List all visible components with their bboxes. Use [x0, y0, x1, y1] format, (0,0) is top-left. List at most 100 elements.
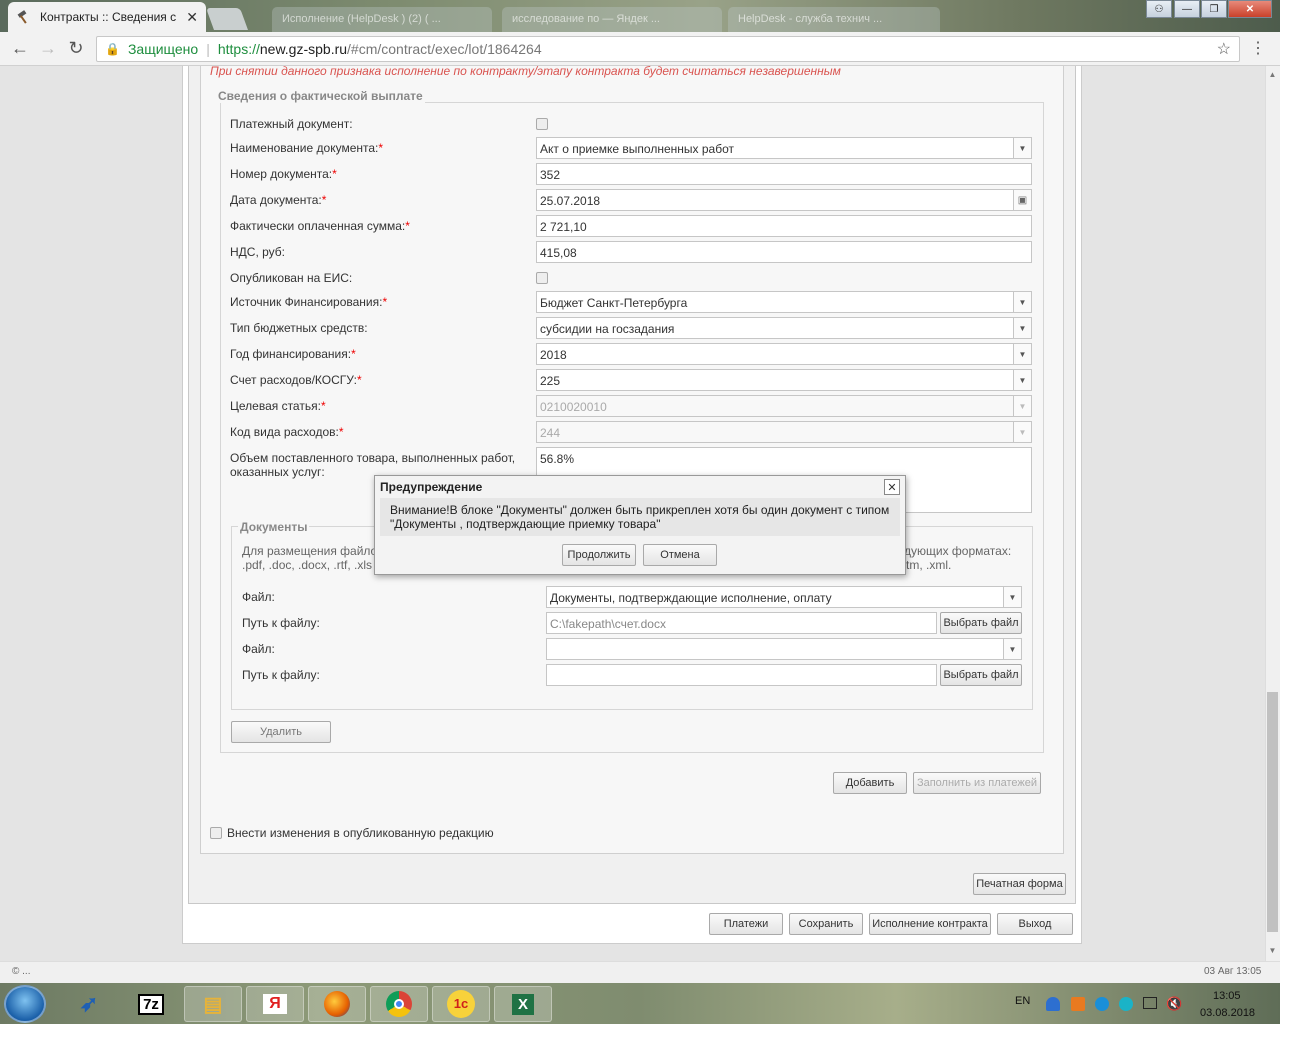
- forward-arrow-icon[interactable]: →: [36, 37, 60, 59]
- menu-dots-icon[interactable]: ⋮: [1250, 38, 1266, 58]
- chevron-down-icon: ▼: [1013, 422, 1031, 442]
- bird-app-icon[interactable]: ➶: [60, 986, 118, 1022]
- payments-button[interactable]: Платежи: [709, 913, 783, 935]
- address-bar[interactable]: 🔒 Защищено | https:// new.gz-spb.ru /#cm…: [96, 36, 1240, 62]
- url-scheme: https://: [217, 41, 260, 57]
- windows-start-icon[interactable]: [4, 985, 46, 1023]
- contract-execution-button[interactable]: Исполнение контракта: [869, 913, 991, 935]
- path2-label: Путь к файлу:: [242, 668, 320, 682]
- tab-contracts[interactable]: Контракты :: Сведения с ✕: [8, 2, 206, 32]
- payment-doc-checkbox[interactable]: [536, 118, 548, 130]
- firefox-icon[interactable]: [308, 986, 366, 1022]
- fin-source-select[interactable]: Бюджет Санкт-Петербурга ▼: [536, 291, 1032, 313]
- cancel-button[interactable]: Отмена: [643, 544, 717, 566]
- tray-edge-icon[interactable]: [1119, 997, 1133, 1011]
- delete-button[interactable]: Удалить: [231, 721, 331, 743]
- right-margin: [1280, 0, 1304, 1042]
- tray-update-icon[interactable]: [1095, 997, 1109, 1011]
- edit-published-checkbox[interactable]: [210, 827, 222, 839]
- security-label: Защищено: [127, 41, 199, 57]
- volume-label-line1: Объем поставленного товара, выполненных …: [230, 451, 516, 465]
- dialog-title: Предупреждение: [380, 480, 483, 494]
- status-bar: [0, 961, 1280, 983]
- published-checkbox[interactable]: [536, 272, 548, 284]
- doc-date-field[interactable]: 25.07.2018 ▣: [536, 189, 1032, 211]
- tray-volume-muted-icon[interactable]: 🔇: [1166, 996, 1182, 1012]
- path1-label: Путь к файлу:: [242, 616, 320, 630]
- exit-button[interactable]: Выход: [997, 913, 1073, 935]
- close-icon[interactable]: ✕: [884, 479, 900, 495]
- save-button[interactable]: Сохранить: [789, 913, 863, 935]
- calendar-icon[interactable]: ▣: [1013, 190, 1031, 210]
- status-left: © ...: [12, 966, 31, 977]
- file1-label: Файл:: [242, 590, 275, 604]
- doc-number-field[interactable]: 352: [536, 163, 1032, 185]
- kosgu-label: Счет расходов/КОСГУ:*: [230, 373, 362, 387]
- chevron-down-icon[interactable]: ▼: [1003, 587, 1021, 607]
- bookmark-star-icon[interactable]: ☆: [1217, 39, 1231, 59]
- dialog-message: Внимание!В блоке "Документы" должен быть…: [380, 498, 900, 536]
- sevenzip-icon[interactable]: 7z: [122, 986, 180, 1022]
- paid-sum-label: Фактически оплаченная сумма:*: [230, 219, 410, 233]
- choose-file-button-2[interactable]: Выбрать файл: [940, 664, 1022, 686]
- file1-type-select[interactable]: Документы, подтверждающие исполнение, оп…: [546, 586, 1022, 608]
- documents-info-right-2: tm, .xml.: [906, 558, 952, 572]
- expense-code-label: Код вида расходов:*: [230, 425, 344, 439]
- chevron-down-icon[interactable]: ▼: [1013, 292, 1031, 312]
- add-button[interactable]: Добавить: [833, 772, 907, 794]
- minimize-button[interactable]: —: [1174, 0, 1200, 18]
- continue-button[interactable]: Продолжить: [562, 544, 636, 566]
- language-indicator[interactable]: EN: [1015, 995, 1030, 1007]
- tray-cloud-icon[interactable]: [1046, 997, 1060, 1011]
- fill-from-payments-button: Заполнить из платежей: [913, 772, 1041, 794]
- doc-name-label: Наименование документа:*: [230, 141, 384, 155]
- budget-type-select[interactable]: субсидии на госзадания ▼: [536, 317, 1032, 339]
- chevron-down-icon[interactable]: ▼: [1013, 138, 1031, 158]
- tray-network-icon[interactable]: [1143, 997, 1157, 1009]
- tab-title: Контракты :: Сведения с: [40, 10, 177, 24]
- clock-time[interactable]: 13:05: [1213, 990, 1241, 1002]
- restore-button[interactable]: ❐: [1201, 0, 1227, 18]
- dialog-message-line1: Внимание!В блоке "Документы" должен быть…: [390, 503, 890, 517]
- path2-field[interactable]: [546, 664, 937, 686]
- chrome-icon[interactable]: [370, 986, 428, 1022]
- fin-year-select[interactable]: 2018 ▼: [536, 343, 1032, 365]
- chevron-down-icon[interactable]: ▼: [1013, 344, 1031, 364]
- chevron-down-icon[interactable]: ▼: [1003, 639, 1021, 659]
- doc-name-select[interactable]: Акт о приемке выполненных работ ▼: [536, 137, 1032, 159]
- documents-legend: Документы: [238, 520, 310, 534]
- tab-ghost-1[interactable]: Исполнение (HelpDesk ) (2) ( ...: [272, 7, 492, 32]
- vat-label: НДС, руб:: [230, 245, 286, 259]
- choose-file-button-1[interactable]: Выбрать файл: [940, 612, 1022, 634]
- budget-type-label: Тип бюджетных средств:: [230, 321, 368, 335]
- chevron-down-icon[interactable]: ▼: [1013, 318, 1031, 338]
- hammer-icon: [16, 9, 32, 25]
- back-arrow-icon[interactable]: ←: [8, 37, 32, 59]
- payment-section-title: Сведения о фактической выплате: [216, 89, 425, 103]
- path1-field[interactable]: C:\fakepath\счет.docx: [546, 612, 937, 634]
- tray-app-icon[interactable]: [1071, 997, 1085, 1011]
- status-datetime: 03 Авг 13:05: [1204, 966, 1262, 977]
- vat-field[interactable]: 415,08: [536, 241, 1032, 263]
- file2-type-select[interactable]: ▼: [546, 638, 1022, 660]
- onec-icon[interactable]: 1с: [432, 986, 490, 1022]
- clock-date[interactable]: 03.08.2018: [1200, 1007, 1255, 1019]
- scrollbar-thumb[interactable]: [1267, 692, 1278, 932]
- url-path: /#cm/contract/exec/lot/1864264: [347, 41, 542, 57]
- print-form-button[interactable]: Печатная форма: [973, 873, 1066, 895]
- explorer-folder-icon[interactable]: ▤: [184, 986, 242, 1022]
- kosgu-select[interactable]: 225 ▼: [536, 369, 1032, 391]
- scroll-up-icon[interactable]: ▲: [1265, 66, 1280, 82]
- window-close-button[interactable]: ✕: [1228, 0, 1272, 18]
- scroll-down-icon[interactable]: ▼: [1265, 942, 1280, 958]
- excel-icon[interactable]: X: [494, 986, 552, 1022]
- documents-info-right-1: дующих форматах:: [904, 544, 1012, 558]
- chevron-down-icon[interactable]: ▼: [1013, 370, 1031, 390]
- tab-ghost-3[interactable]: HelpDesk - служба технич ...: [728, 7, 940, 32]
- tab-close-icon[interactable]: ✕: [186, 9, 198, 26]
- yandex-browser-icon[interactable]: Я: [246, 986, 304, 1022]
- paid-sum-field[interactable]: 2 721,10: [536, 215, 1032, 237]
- tab-ghost-2[interactable]: исследование по — Яндек ...: [502, 7, 722, 32]
- user-icon[interactable]: ⚇: [1146, 0, 1172, 18]
- reload-icon[interactable]: ↻: [64, 37, 88, 59]
